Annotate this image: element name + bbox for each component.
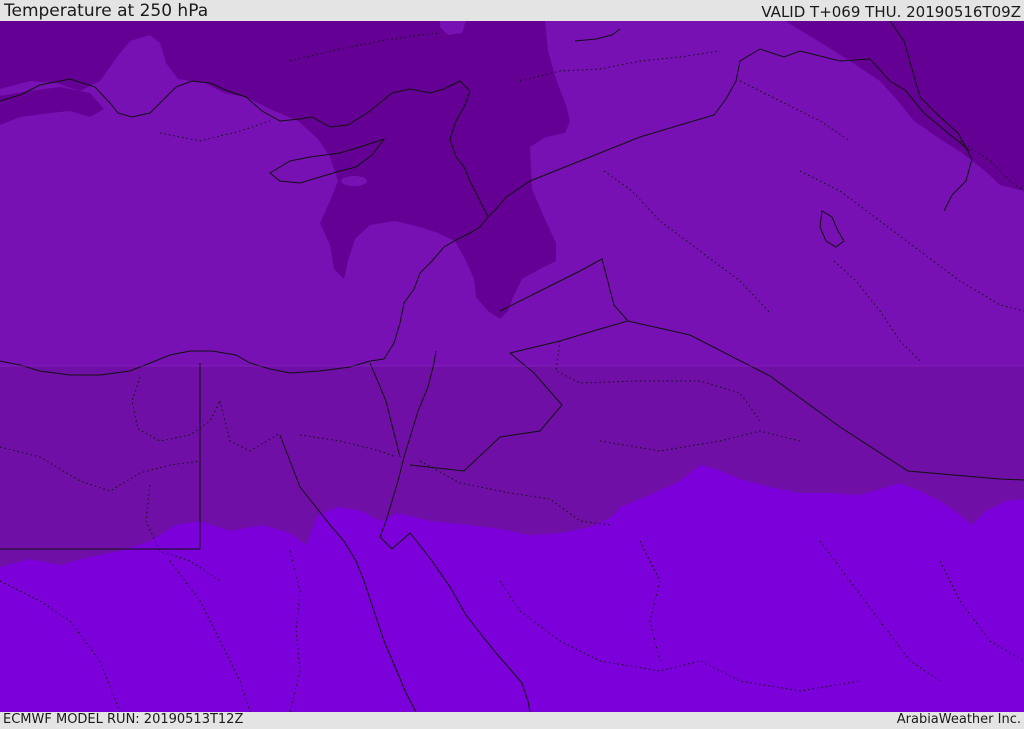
valid-time: VALID T+069 THU. 20190516T09Z <box>761 3 1021 21</box>
weather-map-page: Temperature at 250 hPa VALID T+069 THU. … <box>0 0 1024 729</box>
header-bar: Temperature at 250 hPa VALID T+069 THU. … <box>0 0 1024 21</box>
light-spot <box>341 176 367 186</box>
credit-label: ArabiaWeather Inc. <box>896 712 1021 727</box>
temperature-map[interactable] <box>0 21 1024 712</box>
map-title: Temperature at 250 hPa <box>4 1 209 21</box>
map-canvas <box>0 21 1024 712</box>
model-run: ECMWF MODEL RUN: 20190513T12Z <box>3 712 244 727</box>
footer-bar: ECMWF MODEL RUN: 20190513T12Z ArabiaWeat… <box>0 712 1024 729</box>
